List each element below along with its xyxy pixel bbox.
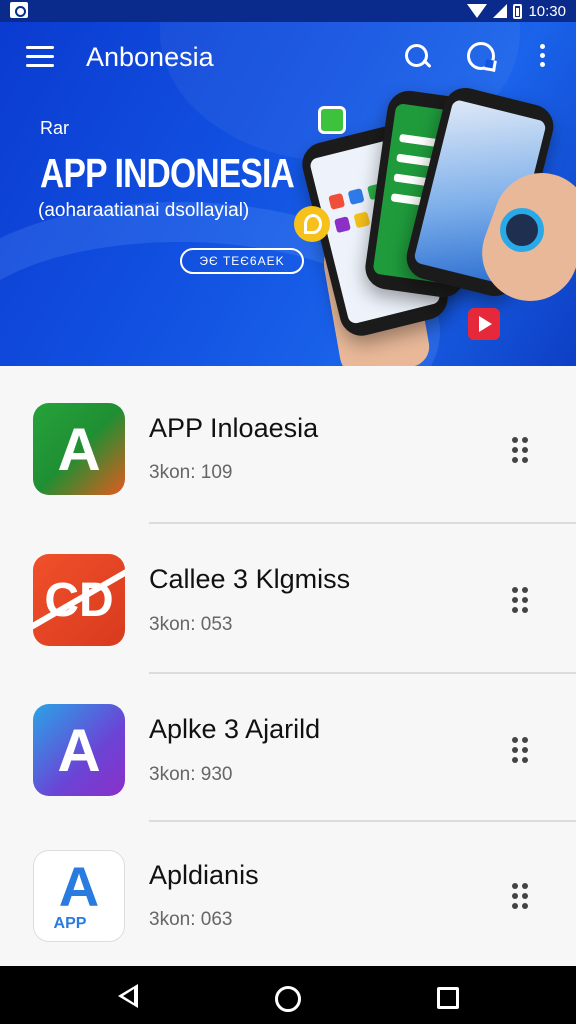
more-vert-icon[interactable] [536, 44, 548, 72]
app-icon: A [33, 704, 125, 796]
app-icon: A [33, 403, 125, 495]
home-icon[interactable] [275, 986, 301, 1012]
app-meta: 3kon: 930 [149, 764, 233, 785]
status-time: 10:30 [528, 2, 566, 20]
battery-icon [513, 3, 523, 19]
app-meta: 3kon: 063 [149, 909, 233, 930]
hero-subtitle: (aoharaatianai dsollayial) [38, 200, 250, 221]
recents-icon[interactable] [437, 987, 459, 1009]
app-icon: CD [33, 554, 125, 646]
list-item[interactable]: A APP Inloaesia 3kon: 109 [0, 366, 576, 524]
drag-handle-icon[interactable] [512, 437, 530, 463]
app-logo-icon: A [57, 415, 101, 483]
app-bar: Anbonesia [0, 22, 576, 92]
app-logo-icon: A [57, 716, 101, 784]
signal-icon [493, 4, 508, 18]
system-nav-bar [0, 966, 576, 1024]
status-bar: 10:30 [0, 0, 576, 22]
notification-icon [10, 2, 28, 18]
app-name: Apldianis [149, 860, 259, 890]
hero-banner[interactable]: Anbonesia Rar APP INDONESIA (aoharaatian… [0, 22, 576, 366]
drag-handle-icon[interactable] [512, 737, 530, 763]
app-icon: A APP [33, 850, 125, 942]
app-name: Aplke 3 Ajarild [149, 714, 321, 744]
hero-small-text: Rar [40, 118, 70, 138]
app-name: Callee 3 Klgmiss [149, 564, 351, 594]
list-item[interactable]: CD Callee 3 Klgmiss 3kon: 053 [0, 524, 576, 674]
location-icon [294, 206, 330, 242]
hamburger-icon[interactable] [26, 46, 54, 68]
list-item[interactable]: A Aplke 3 Ajarild 3kon: 930 [0, 674, 576, 824]
hero-cta-button[interactable]: ЭЄ TЕЄ6AEK [180, 248, 304, 274]
back-icon[interactable] [118, 984, 138, 1008]
app-name: APP Inloaesia [149, 413, 319, 443]
app-meta: 3kon: 053 [149, 614, 233, 635]
smartwatch-illustration [500, 208, 544, 252]
wifi-icon [467, 4, 488, 18]
chat-icon[interactable] [467, 42, 495, 70]
app-meta: 3kon: 109 [149, 462, 233, 483]
drag-handle-icon[interactable] [512, 587, 530, 613]
play-icon [468, 308, 500, 340]
list-item[interactable]: A APP Apldianis 3kon: 063 [0, 822, 576, 972]
hero-title: APP INDONESIA [40, 150, 295, 196]
app-badge-icon [318, 106, 346, 134]
app-title: Anbonesia [86, 42, 214, 72]
drag-handle-icon[interactable] [512, 883, 530, 909]
app-icon-tag: APP [53, 915, 87, 932]
search-icon[interactable] [404, 43, 432, 71]
app-list: A APP Inloaesia 3kon: 109 CD Callee 3 Kl… [0, 366, 576, 966]
status-icons: 10:30 [467, 0, 566, 22]
